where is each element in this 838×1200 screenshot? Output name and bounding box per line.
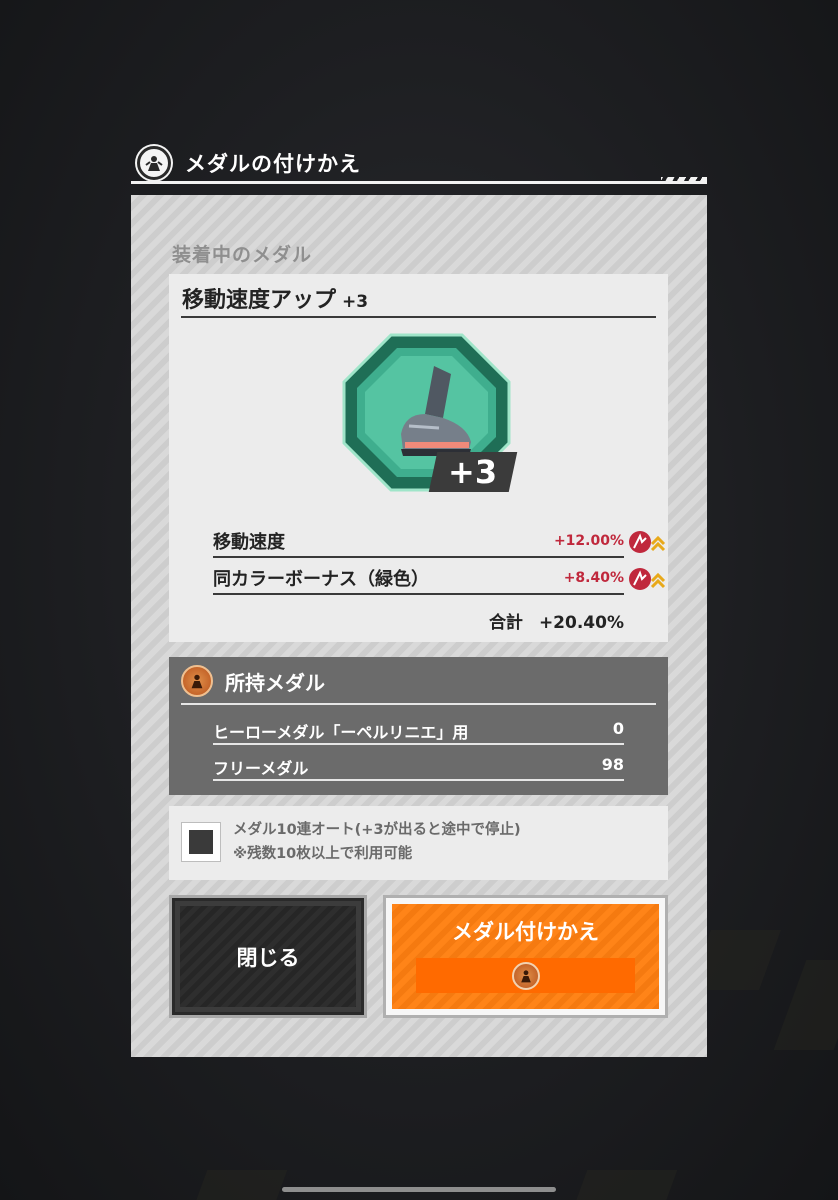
divider [213, 743, 624, 745]
equipped-medal-card: 移動速度アップ +3 +3 移動速度 +12.00% 同カラーボーナス（緑色） … [169, 274, 668, 642]
total-label: 合計 [488, 613, 523, 633]
stat-row: 同カラーボーナス（緑色） +8.40% [213, 565, 668, 595]
dialog-header: メダルの付けかえ [131, 142, 707, 184]
divider [181, 703, 656, 705]
equipped-section-label: 装着中のメダル [172, 244, 313, 266]
divider [213, 556, 624, 558]
owned-count: 0 [612, 719, 624, 738]
auto-10-note: ※残数10枚以上で利用可能 [233, 846, 413, 862]
change-medal-button[interactable]: メダル付けかえ [383, 895, 668, 1018]
stat-up-icon [629, 568, 666, 590]
medal-name: 移動速度アップ +3 [182, 282, 368, 314]
auto-10-checkbox[interactable] [181, 822, 221, 862]
stat-value: +12.00% [553, 533, 624, 549]
owned-count: 98 [601, 755, 624, 774]
medal-plus-badge: +3 [428, 452, 518, 492]
medal-dialog-panel: 装着中のメダル 移動速度アップ +3 +3 移動速度 +12.00% 同カラーボ… [131, 195, 707, 1057]
dialog-title: メダルの付けかえ [185, 152, 361, 176]
divider [213, 593, 624, 595]
owned-label: ヒーローメダル「ーペルリニエ」用 [213, 723, 469, 742]
owned-header: 所持メダル [181, 665, 325, 697]
medal-badge-text: +3 [448, 453, 498, 491]
hero-emblem-icon [137, 146, 171, 180]
stat-label: 移動速度 [213, 532, 285, 553]
divider [181, 316, 656, 318]
medal-emblem-icon [181, 665, 213, 697]
stat-value: +8.40% [563, 570, 624, 586]
stat-label: 同カラーボーナス（緑色） [213, 569, 429, 590]
medal-level: +3 [342, 292, 369, 312]
medal-emblem-icon [511, 961, 540, 990]
owned-row: フリーメダル 98 [213, 753, 624, 781]
header-underline [131, 181, 707, 184]
auto-10-label: メダル10連オート(+3が出ると途中で停止) [233, 822, 521, 838]
stat-total: 合計 +20.40% [489, 608, 624, 633]
medal-name-text: 移動速度アップ [182, 288, 337, 313]
auto-10-section: メダル10連オート(+3が出ると途中で停止) ※残数10枚以上で利用可能 [169, 806, 668, 880]
stat-row: 移動速度 +12.00% [213, 528, 668, 558]
owned-label: フリーメダル [213, 759, 309, 778]
background-decoration [192, 1170, 288, 1200]
divider [213, 779, 624, 781]
background-decoration [773, 960, 838, 1050]
change-cost-bar [416, 958, 635, 993]
change-button-label: メダル付けかえ [452, 920, 599, 944]
background-decoration [572, 1170, 678, 1200]
home-indicator[interactable] [282, 1187, 556, 1192]
total-value: +20.40% [538, 613, 624, 633]
close-button-label: 閉じる [236, 945, 300, 970]
close-button[interactable]: 閉じる [169, 895, 367, 1018]
owned-row: ヒーローメダル「ーペルリニエ」用 0 [213, 717, 624, 745]
stat-up-icon [629, 531, 666, 553]
auto-10-description: メダル10連オート(+3が出ると途中で停止) ※残数10枚以上で利用可能 [233, 818, 521, 866]
header-accent [661, 177, 707, 181]
owned-title: 所持メダル [225, 670, 325, 695]
owned-medals-section: 所持メダル ヒーローメダル「ーペルリニエ」用 0 フリーメダル 98 [169, 657, 668, 795]
